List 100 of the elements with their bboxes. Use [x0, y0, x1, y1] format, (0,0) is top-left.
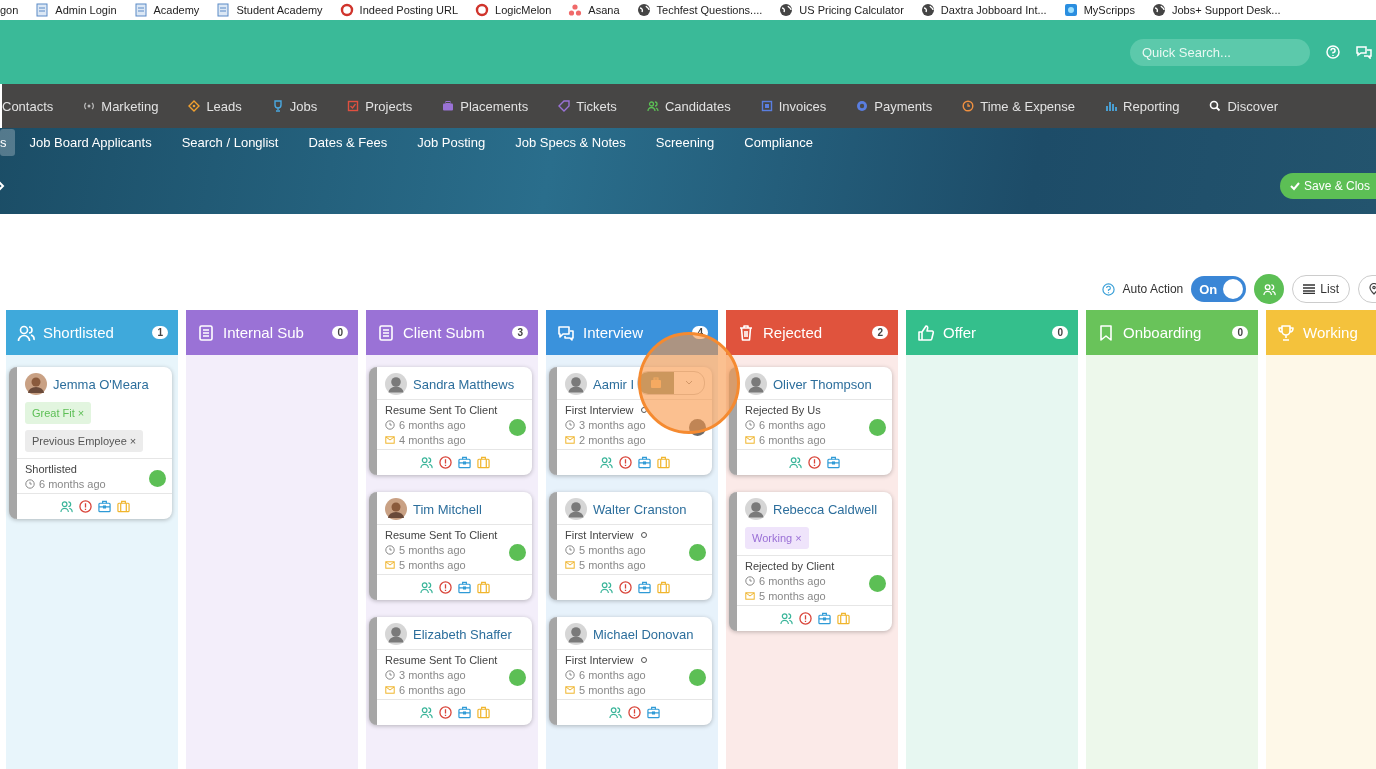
candidate-card[interactable]: Walter Cranston First Interview 5 months ago 5 months ago [549, 492, 712, 600]
bookmark-link[interactable]: Indeed Posting URL [359, 4, 459, 16]
briefcase-icon[interactable] [457, 456, 471, 469]
suitcase-icon[interactable] [656, 581, 670, 594]
candidate-card[interactable]: Oliver Thompson Rejected By Us 6 months ago 6 months ago [729, 367, 892, 475]
alert-icon[interactable] [798, 612, 812, 625]
nav-item[interactable]: Leads [206, 98, 242, 114]
tab[interactable]: Job Specs & Notes [500, 129, 641, 156]
bookmark-link[interactable]: Daxtra Jobboard Int... [940, 4, 1047, 16]
envelope-icon [385, 435, 395, 445]
quick-action-menu[interactable] [637, 371, 705, 395]
alert-icon[interactable] [618, 456, 632, 469]
candidate-name[interactable]: Elizabeth Shaffer [413, 626, 512, 642]
count-badge: 3 [512, 326, 528, 339]
alert-icon[interactable] [438, 581, 452, 594]
toggle-switch[interactable]: On [1191, 276, 1247, 302]
tab[interactable]: Job Posting [402, 129, 501, 156]
bookmark-link[interactable]: gon [0, 4, 19, 16]
suitcase-icon[interactable] [116, 500, 130, 513]
nav-item[interactable]: Projects [365, 98, 413, 114]
people-icon[interactable] [599, 456, 613, 469]
help-icon[interactable] [1101, 282, 1115, 296]
nav-item[interactable]: Candidates [664, 98, 731, 114]
suitcase-icon[interactable] [476, 581, 490, 594]
briefcase-icon[interactable] [817, 612, 831, 625]
candidate-name[interactable]: Tim Mitchell [413, 501, 482, 517]
tab[interactable]: Search / Longlist [166, 129, 294, 156]
suitcase-icon[interactable] [656, 456, 670, 469]
candidate-name[interactable]: Walter Cranston [593, 501, 687, 517]
candidate-card[interactable]: Jemma O'Meara Great Fit × Previous Employee × Shortlisted 6 months ago [9, 367, 172, 519]
people-icon[interactable] [419, 581, 433, 594]
briefcase-icon[interactable] [457, 581, 471, 594]
people-icon[interactable] [779, 612, 793, 625]
alert-icon[interactable] [628, 706, 641, 719]
candidate-name[interactable]: Aamir I [593, 376, 635, 392]
candidate-name[interactable]: Rebecca Caldwell [773, 501, 878, 517]
suitcase-icon[interactable] [476, 706, 490, 719]
search-field[interactable]: Quick Search... [1130, 38, 1310, 66]
nav-item[interactable]: Jobs [289, 98, 318, 114]
people-icon[interactable] [419, 456, 433, 469]
briefcase-icon[interactable] [827, 456, 840, 469]
alert-icon[interactable] [78, 500, 92, 513]
candidate-card[interactable]: Sandra Matthews Resume Sent To Client 6 months ago 4 months ago [369, 367, 532, 475]
candidate-name[interactable]: Michael Donovan [593, 626, 694, 642]
bookmark-link[interactable]: LogicMelon [495, 4, 552, 16]
alert-icon[interactable] [808, 456, 821, 469]
chat-icon[interactable] [1356, 45, 1372, 59]
bookmark-link[interactable]: US Pricing Calculator [799, 4, 904, 16]
avatar [25, 373, 47, 395]
tab[interactable]: Compliance [729, 129, 828, 156]
nav-item[interactable]: Payments [874, 98, 933, 114]
briefcase-icon [650, 377, 662, 389]
candidate-card[interactable]: Elizabeth Shaffer Resume Sent To Client 3 months ago 6 months ago [369, 617, 532, 725]
nav-item[interactable]: Tickets [576, 98, 617, 114]
alert-icon[interactable] [438, 706, 452, 719]
people-icon[interactable] [59, 500, 73, 513]
tab[interactable]: Job Board Applicants [14, 129, 167, 156]
briefcase-icon[interactable] [637, 581, 651, 594]
nav-item[interactable]: Time & Expense [980, 98, 1076, 114]
tab[interactable]: s [0, 129, 15, 156]
people-icon[interactable] [609, 706, 622, 719]
briefcase-icon[interactable] [97, 500, 111, 513]
alert-icon[interactable] [618, 581, 632, 594]
briefcase-icon[interactable] [457, 706, 471, 719]
people-icon[interactable] [789, 456, 802, 469]
time-label: 5 months ago [399, 544, 466, 556]
nav-item[interactable]: Contacts [2, 98, 54, 114]
candidate-name[interactable]: Jemma O'Meara [53, 376, 149, 392]
bookmark-link[interactable]: Techfest Questions.... [656, 4, 763, 16]
bookmark-link[interactable]: MyScripps [1083, 4, 1135, 16]
bookmark-link[interactable]: Jobs+ Support Desk... [1172, 4, 1281, 16]
bookmark-link[interactable]: Admin Login [55, 4, 117, 16]
bookmark-link[interactable]: Academy [153, 4, 200, 16]
candidate-card[interactable]: Michael Donovan First Interview 6 months ago 5 months ago [549, 617, 712, 725]
search-icon [1209, 100, 1222, 112]
candidate-card[interactable]: Rebecca Caldwell Working × Rejected by Client 6 months ago 5 months ago [729, 492, 892, 631]
people-button[interactable] [1254, 274, 1285, 304]
nav-item[interactable]: Invoices [778, 98, 827, 114]
avatar [565, 623, 587, 645]
alert-icon[interactable] [438, 456, 452, 469]
nav-item[interactable]: Discover [1227, 98, 1279, 114]
suitcase-icon[interactable] [836, 612, 850, 625]
people-icon[interactable] [419, 706, 433, 719]
nav-item[interactable]: Placements [460, 98, 529, 114]
avatar [385, 373, 407, 395]
suitcase-icon[interactable] [476, 456, 490, 469]
tab[interactable]: Dates & Fees [293, 129, 403, 156]
candidate-name[interactable]: Sandra Matthews [413, 376, 515, 392]
list-button[interactable]: List [1292, 275, 1350, 303]
briefcase-icon[interactable] [637, 456, 651, 469]
briefcase-icon[interactable] [647, 706, 660, 719]
tab[interactable]: Screening [640, 129, 730, 156]
candidate-card[interactable]: Tim Mitchell Resume Sent To Client 5 months ago 5 months ago [369, 492, 532, 600]
nav-item[interactable]: Reporting [1123, 98, 1180, 114]
bookmark-link[interactable]: Student Academy [236, 4, 323, 16]
bookmark-link[interactable]: Asana [588, 4, 620, 16]
nav-item[interactable]: Marketing [101, 98, 159, 114]
candidate-card[interactable]: Aamir I First Interview 3 months ago 2 months ago [549, 367, 712, 475]
people-icon[interactable] [599, 581, 613, 594]
candidate-name[interactable]: Oliver Thompson [773, 376, 872, 392]
